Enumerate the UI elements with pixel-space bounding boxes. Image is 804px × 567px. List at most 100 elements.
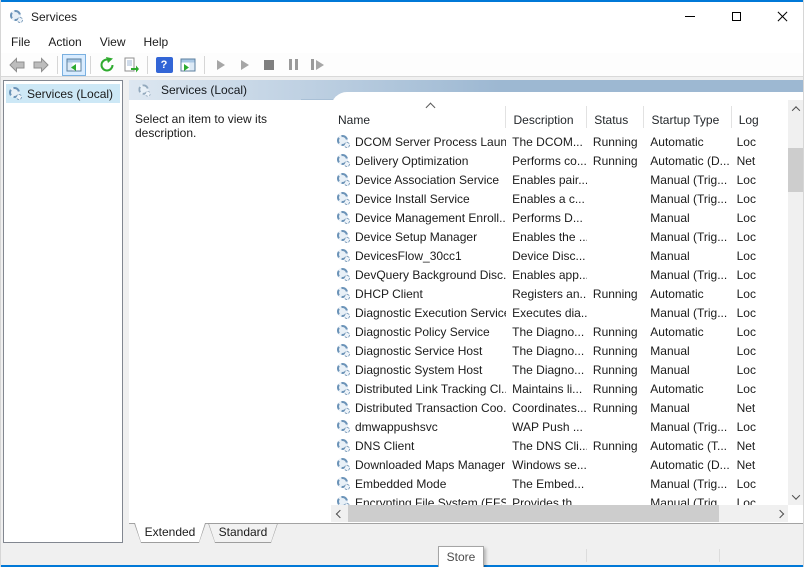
service-startup-type: Manual bbox=[650, 248, 690, 263]
service-logon-as: Loc bbox=[736, 324, 756, 339]
show-console-tree-button[interactable] bbox=[62, 53, 86, 76]
play-icon bbox=[217, 59, 225, 70]
service-row[interactable]: DHCP Client Registers an... Running Auto… bbox=[331, 284, 788, 303]
scroll-left-button[interactable] bbox=[331, 505, 348, 522]
service-row[interactable]: Diagnostic Execution Service Executes di… bbox=[331, 303, 788, 322]
show-action-pane-button[interactable] bbox=[176, 54, 200, 76]
service-name: DCOM Server Process Laun... bbox=[355, 134, 507, 149]
export-list-button[interactable] bbox=[119, 54, 143, 76]
tab-extended[interactable]: Extended bbox=[134, 523, 206, 543]
service-startup-type: Automatic bbox=[650, 286, 704, 301]
service-row[interactable]: DCOM Server Process Laun... The DCOM... … bbox=[331, 132, 788, 151]
pause-service-button[interactable] bbox=[281, 54, 305, 76]
close-button[interactable] bbox=[759, 2, 803, 31]
service-name: Device Install Service bbox=[355, 191, 470, 206]
service-gear-icon bbox=[337, 439, 350, 452]
menu-file[interactable]: File bbox=[1, 32, 39, 52]
console-tree-panel: Services (Local) bbox=[3, 80, 123, 543]
refresh-button[interactable] bbox=[95, 54, 119, 76]
scroll-up-button[interactable] bbox=[788, 100, 803, 117]
service-row[interactable]: Device Setup Manager Enables the ... Man… bbox=[331, 227, 788, 246]
service-row[interactable]: Distributed Link Tracking Cl... Maintain… bbox=[331, 379, 788, 398]
service-name: DNS Client bbox=[355, 438, 415, 453]
service-row[interactable]: DNS Client The DNS Cli... Running Automa… bbox=[331, 436, 788, 455]
service-logon-as: Loc bbox=[736, 286, 756, 301]
service-row[interactable]: Diagnostic Service Host The Diagno... Ru… bbox=[331, 341, 788, 360]
service-row[interactable]: Device Association Service Enables pair.… bbox=[331, 170, 788, 189]
tab-standard[interactable]: Standard bbox=[208, 523, 278, 543]
service-row[interactable]: Diagnostic System Host The Diagno... Run… bbox=[331, 360, 788, 379]
service-name: Downloaded Maps Manager bbox=[355, 457, 506, 472]
list-column-headers: Name Description Status Startup Type Log bbox=[331, 100, 788, 131]
menu-view[interactable]: View bbox=[91, 32, 135, 52]
service-description: The DCOM... bbox=[512, 134, 583, 149]
column-header-status[interactable]: Status bbox=[587, 100, 645, 131]
menu-action[interactable]: Action bbox=[39, 32, 90, 52]
service-row[interactable]: DevQuery Background Disc... Enables app.… bbox=[331, 265, 788, 284]
service-row[interactable]: Delivery Optimization Performs co... Run… bbox=[331, 151, 788, 170]
column-header-name[interactable]: Name bbox=[331, 100, 507, 131]
back-button[interactable] bbox=[5, 54, 29, 76]
vertical-scrollbar[interactable] bbox=[788, 100, 803, 505]
service-startup-type: Manual (Trig... bbox=[650, 305, 728, 320]
horizontal-scrollbar[interactable] bbox=[331, 505, 788, 522]
tree-item-services-local[interactable]: Services (Local) bbox=[6, 84, 120, 103]
forward-button[interactable] bbox=[29, 54, 53, 76]
service-status: Running bbox=[592, 362, 638, 377]
service-startup-type: Manual bbox=[650, 400, 690, 415]
column-header-startup-type[interactable]: Startup Type bbox=[644, 100, 732, 131]
service-row[interactable]: Distributed Transaction Coo... Coordinat… bbox=[331, 398, 788, 417]
service-row[interactable]: DevicesFlow_30cc1 Device Disc... Manual … bbox=[331, 246, 788, 265]
sort-ascending-icon bbox=[425, 102, 436, 113]
service-description: Enables a c... bbox=[512, 191, 585, 206]
restart-service-button[interactable] bbox=[305, 54, 329, 76]
service-logon-as: Loc bbox=[736, 191, 756, 206]
service-startup-type: Manual (Trig... bbox=[650, 229, 728, 244]
service-row[interactable]: Device Management Enroll... Performs D..… bbox=[331, 208, 788, 227]
service-name: Diagnostic Service Host bbox=[355, 343, 483, 358]
service-gear-icon bbox=[337, 344, 350, 357]
stop-service-button[interactable] bbox=[257, 54, 281, 76]
titlebar[interactable]: Services bbox=[1, 2, 803, 31]
vertical-scroll-thumb[interactable] bbox=[788, 148, 803, 192]
service-row[interactable]: Encrypting File System (EFS) Provides th… bbox=[331, 493, 788, 505]
service-startup-type: Manual bbox=[650, 362, 690, 377]
view-tabstrip: Extended Standard bbox=[129, 523, 803, 545]
toolbar-separator bbox=[147, 55, 148, 74]
service-gear-icon bbox=[337, 287, 350, 300]
column-header-logon[interactable]: Log bbox=[732, 100, 788, 131]
horizontal-scroll-thumb[interactable] bbox=[348, 505, 719, 522]
help-button[interactable]: ? bbox=[152, 54, 176, 76]
column-header-description[interactable]: Description bbox=[506, 100, 588, 131]
service-status: Running bbox=[592, 343, 638, 358]
service-logon-as: Loc bbox=[736, 248, 756, 263]
menu-help[interactable]: Help bbox=[135, 32, 178, 52]
services-app-icon bbox=[10, 10, 23, 23]
window-title: Services bbox=[31, 9, 78, 24]
service-row[interactable]: dmwappushsvc WAP Push ... Manual (Trig..… bbox=[331, 417, 788, 436]
service-gear-icon bbox=[337, 420, 350, 433]
service-row[interactable]: Diagnostic Policy Service The Diagno... … bbox=[331, 322, 788, 341]
service-gear-icon bbox=[337, 268, 350, 281]
scroll-down-button[interactable] bbox=[788, 488, 803, 505]
service-name: Device Setup Manager bbox=[355, 229, 478, 244]
service-startup-type: Automatic (D... bbox=[650, 457, 730, 472]
service-status: Running bbox=[592, 324, 638, 339]
start-service-button[interactable] bbox=[209, 54, 233, 76]
maximize-button[interactable] bbox=[713, 2, 759, 31]
minimize-button[interactable] bbox=[667, 2, 713, 31]
taskbar-tooltip: Store bbox=[438, 546, 484, 567]
scroll-right-button[interactable] bbox=[771, 505, 788, 522]
resume-service-button[interactable] bbox=[233, 54, 257, 76]
service-row[interactable]: Downloaded Maps Manager Windows se... Au… bbox=[331, 455, 788, 474]
tooltip-label: Store bbox=[446, 550, 476, 564]
service-gear-icon bbox=[337, 382, 350, 395]
service-startup-type: Automatic bbox=[650, 324, 704, 339]
service-status: Running bbox=[592, 400, 638, 415]
service-logon-as: Net bbox=[736, 400, 756, 415]
service-row[interactable]: Embedded Mode The Embed... Manual (Trig.… bbox=[331, 474, 788, 493]
service-row[interactable]: Device Install Service Enables a c... Ma… bbox=[331, 189, 788, 208]
service-logon-as: Loc bbox=[736, 381, 756, 396]
service-startup-type: Manual bbox=[650, 343, 690, 358]
service-gear-icon bbox=[337, 477, 350, 490]
